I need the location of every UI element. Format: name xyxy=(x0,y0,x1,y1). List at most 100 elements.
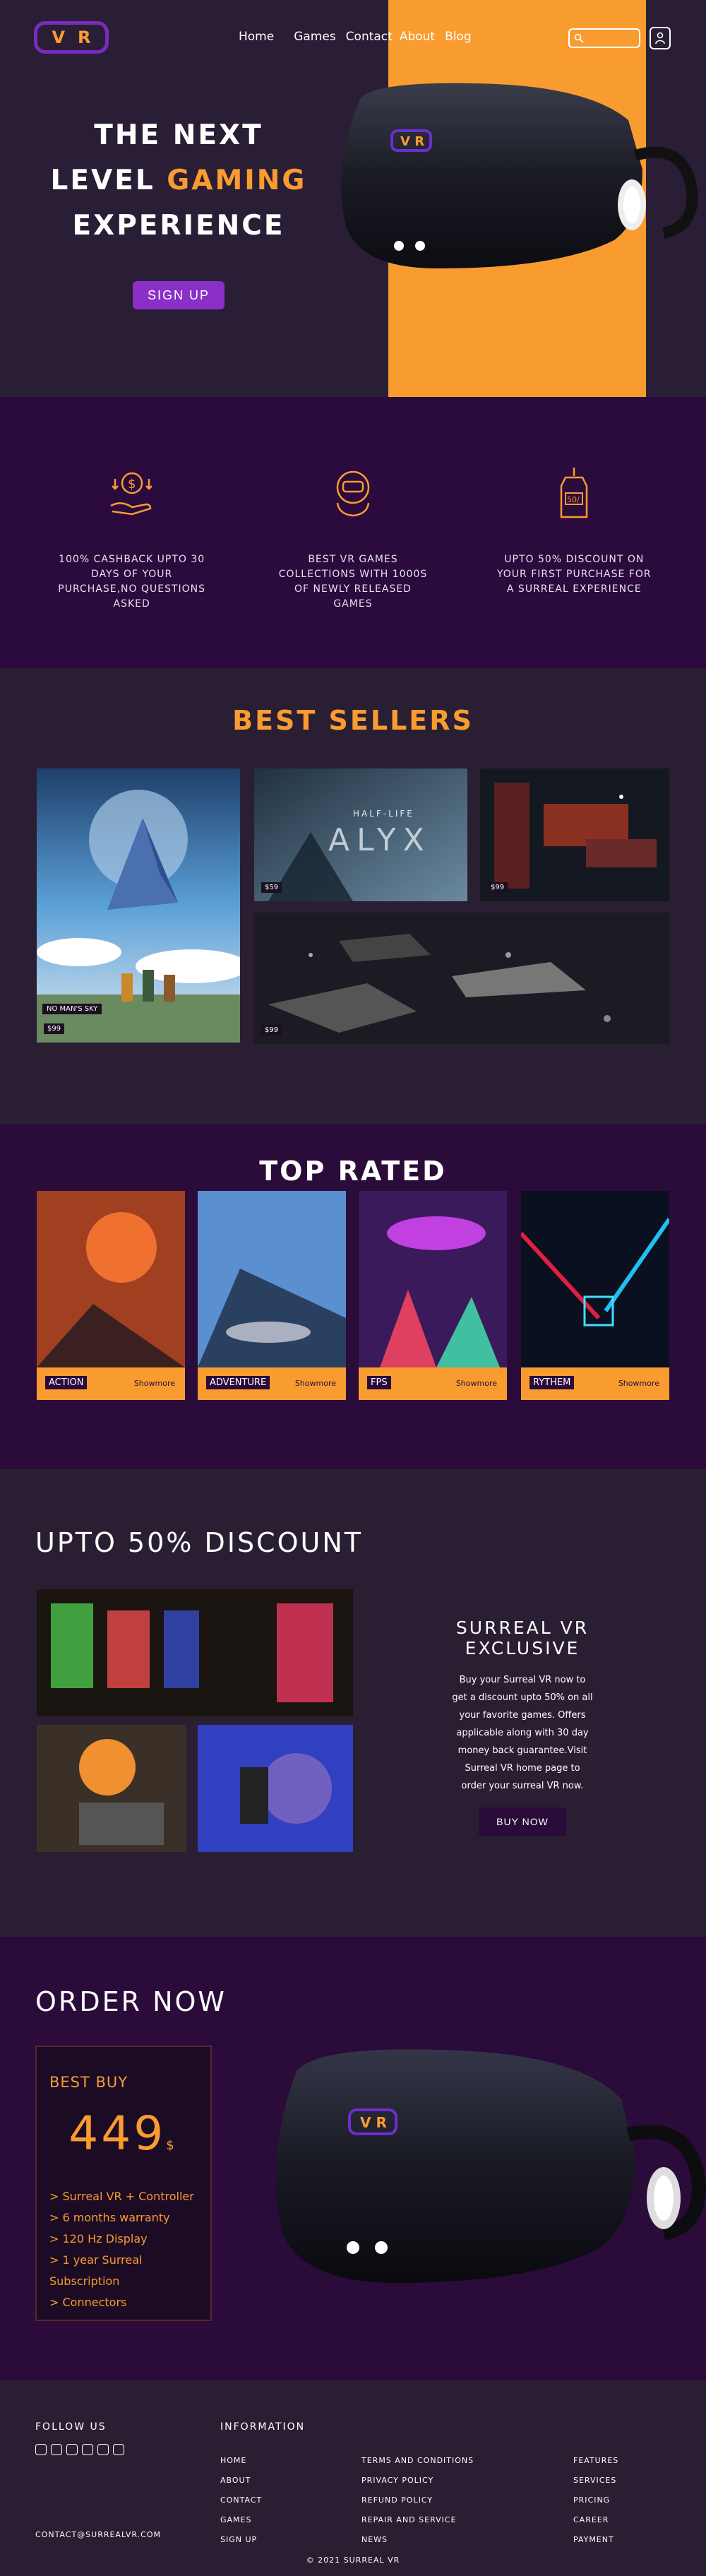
game-tile-space-2[interactable]: $99 xyxy=(254,913,669,1044)
search-input[interactable] xyxy=(587,32,636,44)
hero-section: V R Home Games Contact About Blog THE NE… xyxy=(0,0,706,397)
genre-label: ACTION xyxy=(45,1376,88,1389)
explosion-image[interactable] xyxy=(37,1725,186,1852)
cashback-icon: $ xyxy=(110,472,152,516)
footer-link[interactable]: PRICING xyxy=(573,2491,618,2510)
footer: FOLLOW US INFORMATION HOME ABOUT CONTACT… xyxy=(0,2380,706,2576)
game-tile-no-mans-sky[interactable]: NO MAN'S SKY $99 xyxy=(37,768,240,1043)
list-item: > 1 year Surreal Subscription xyxy=(49,2253,143,2288)
list-item: > Surreal VR + Controller xyxy=(49,2190,194,2203)
order-section: ORDER NOW BEST BUY 449$ > Surreal VR + C… xyxy=(0,1937,706,2380)
youtube-icon[interactable] xyxy=(66,2444,78,2455)
search-icon xyxy=(574,33,584,43)
feature-text-cashback: 100% CASHBACK UPTO 30 DAYS OF YOUR PURCH… xyxy=(58,554,206,610)
nav-games[interactable]: Games xyxy=(294,30,335,44)
footer-link[interactable]: CAREER xyxy=(573,2510,618,2530)
game-tile-alyx[interactable]: HALF-LIFE ALYX $59 xyxy=(254,768,467,901)
top-rated-card-adventure[interactable]: ADVENTURE Showmore xyxy=(198,1191,346,1400)
top-rated-section: TOP RATED ACTION Showmore ADVENTURE Show… xyxy=(0,1124,706,1469)
nav-about[interactable]: About xyxy=(400,30,435,44)
footer-link[interactable]: NEWS xyxy=(361,2530,474,2550)
footer-link[interactable]: PAYMENT xyxy=(573,2530,618,2550)
price-tag: $59 xyxy=(261,882,282,893)
no-mans-sky-art xyxy=(37,768,240,1043)
showmore-link[interactable]: Showmore xyxy=(456,1379,497,1388)
genre-label: ADVENTURE xyxy=(206,1376,270,1389)
footer-link[interactable]: PRIVACY POLICY xyxy=(361,2471,474,2491)
alyx-logo-bottom: ALYX xyxy=(328,822,431,858)
vr-headset-image: V R xyxy=(276,2049,706,2283)
top-rated-card-action[interactable]: ACTION Showmore xyxy=(37,1191,185,1400)
order-title: ORDER NOW xyxy=(35,1986,227,2017)
top-rated-card-fps[interactable]: FPS Showmore xyxy=(359,1191,507,1400)
vr-collection-icon xyxy=(336,470,370,517)
vr-headset-image: V R xyxy=(341,83,698,268)
footer-link[interactable]: HOME xyxy=(220,2451,262,2471)
instagram-icon[interactable] xyxy=(113,2444,124,2455)
twitter-icon[interactable] xyxy=(35,2444,47,2455)
footer-col-3: FEATURES SERVICES PRICING CAREER PAYMENT xyxy=(573,2451,618,2550)
exclusive-body: Buy your Surreal VR now to get a discoun… xyxy=(452,1675,593,1791)
footer-link[interactable]: TERMS AND CONDITIONS xyxy=(361,2451,474,2471)
feature-discount: 50/ UPTO 50% DISCOUNT ON YOUR FIRST PURC… xyxy=(496,465,652,668)
nav-blog[interactable]: Blog xyxy=(445,30,472,44)
search-box[interactable] xyxy=(568,28,640,48)
footer-link[interactable]: CONTACT xyxy=(220,2491,262,2510)
feature-text-discount: UPTO 50% DISCOUNT ON YOUR FIRST PURCHASE… xyxy=(497,554,652,595)
best-buy-label: BEST BUY xyxy=(49,2074,128,2091)
showmore-link[interactable]: Showmore xyxy=(134,1379,175,1388)
top-rated-card-rythem[interactable]: RYTHEM Showmore xyxy=(519,1191,671,1400)
footer-col-1: HOME ABOUT CONTACT GAMES SIGN UP xyxy=(220,2451,262,2550)
discord-icon[interactable] xyxy=(51,2444,62,2455)
fps-game-art xyxy=(359,1191,507,1367)
arcade-image[interactable] xyxy=(37,1589,353,1716)
genre-label: FPS xyxy=(367,1376,391,1389)
price-box: BEST BUY 449$ > Surreal VR + Controller … xyxy=(35,2046,212,2321)
price-tag: $99 xyxy=(487,882,508,893)
exclusive-panel: SURREAL VR EXCLUSIVE Buy your Surreal VR… xyxy=(395,1618,650,1836)
price-value: 449$ xyxy=(68,2106,177,2161)
footer-link[interactable]: REFUND POLICY xyxy=(361,2491,474,2510)
hero-line-3: EXPERIENCE xyxy=(72,210,285,242)
list-item: > 120 Hz Display xyxy=(49,2232,148,2245)
contact-email[interactable]: CONTACT@SURREALVR.COM xyxy=(35,2530,161,2539)
alyx-logo-top: HALF-LIFE xyxy=(353,809,414,819)
svg-text:V R: V R xyxy=(400,134,424,149)
footer-link[interactable]: ABOUT xyxy=(220,2471,262,2491)
hero-title: THE NEXT LEVEL GAMING EXPERIENCE xyxy=(34,113,323,249)
nav-contact[interactable]: Contact xyxy=(346,30,393,44)
follow-heading: FOLLOW US xyxy=(35,2421,107,2433)
features-section: $ 100% CASHBACK UPTO 30 DAYS OF YOUR PUR… xyxy=(0,397,706,668)
footer-link[interactable]: FEATURES xyxy=(573,2451,618,2471)
footer-link[interactable]: SIGN UP xyxy=(220,2530,262,2550)
footer-link[interactable]: SERVICES xyxy=(573,2471,618,2491)
social-links xyxy=(35,2444,124,2455)
copyright: © 2021 SURREAL VR xyxy=(306,2556,400,2565)
discount-title: UPTO 50% DISCOUNT xyxy=(35,1527,363,1558)
showmore-link[interactable]: Showmore xyxy=(295,1379,336,1388)
game-tile-space-1[interactable]: $99 xyxy=(480,768,669,901)
linkedin-icon[interactable] xyxy=(82,2444,93,2455)
telegram-icon[interactable] xyxy=(97,2444,109,2455)
footer-link[interactable]: GAMES xyxy=(220,2510,262,2530)
list-item: > Connectors xyxy=(49,2296,127,2309)
space-battle-art xyxy=(480,768,669,901)
account-button[interactable] xyxy=(650,27,671,49)
feature-cashback: $ 100% CASHBACK UPTO 30 DAYS OF YOUR PUR… xyxy=(54,465,210,668)
nav-home[interactable]: Home xyxy=(239,30,274,44)
best-sellers-section: BEST SELLERS NO MAN'S SKY $99 HALF-LIFE … xyxy=(0,668,706,1124)
buy-now-button[interactable]: BUY NOW xyxy=(479,1808,566,1836)
logo-v: V xyxy=(52,28,66,47)
signup-button[interactable]: SIGN UP xyxy=(133,281,225,309)
logo-r: R xyxy=(78,28,91,47)
feature-collection: BEST VR GAMES COLLECTIONS WITH 1000S OF … xyxy=(275,465,431,668)
feature-list: > Surreal VR + Controller > 6 months war… xyxy=(49,2186,196,2313)
svg-text:V R: V R xyxy=(360,2114,387,2131)
alyx-art: HALF-LIFE ALYX xyxy=(254,768,467,901)
footer-link[interactable]: REPAIR AND SERVICE xyxy=(361,2510,474,2530)
showmore-link[interactable]: Showmore xyxy=(618,1379,659,1388)
robot-fight-image[interactable] xyxy=(198,1725,353,1852)
list-item: > 6 months warranty xyxy=(49,2211,170,2224)
logo[interactable]: V R xyxy=(34,21,109,54)
rythem-game-art xyxy=(519,1191,671,1367)
